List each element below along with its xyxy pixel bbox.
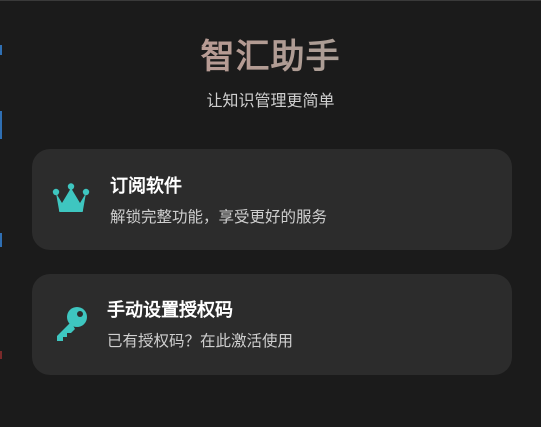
key-icon <box>52 305 90 341</box>
manual-license-option-description: 已有授权码？在此激活使用 <box>107 332 294 350</box>
background-window-edge <box>0 111 2 139</box>
subscribe-option-description: 解锁完整功能，享受更好的服务 <box>110 208 328 226</box>
subscribe-option-label: 订阅软件 <box>110 176 182 197</box>
crown-icon <box>52 183 90 217</box>
subscribe-option-card[interactable]: 订阅软件 解锁完整功能，享受更好的服务 <box>32 149 512 250</box>
manual-license-option-label: 手动设置授权码 <box>107 300 233 321</box>
activation-window: 智汇助手 让知识管理更简单 订阅软件 解锁完整功能，享受更好的服务 手动设置授权… <box>0 0 541 427</box>
app-subtitle: 让知识管理更简单 <box>206 91 335 110</box>
background-window-edge <box>0 233 2 247</box>
background-window-edge <box>0 351 2 359</box>
manual-license-option-card[interactable]: 手动设置授权码 已有授权码？在此激活使用 <box>32 274 512 375</box>
app-title: 智汇助手 <box>0 35 541 79</box>
